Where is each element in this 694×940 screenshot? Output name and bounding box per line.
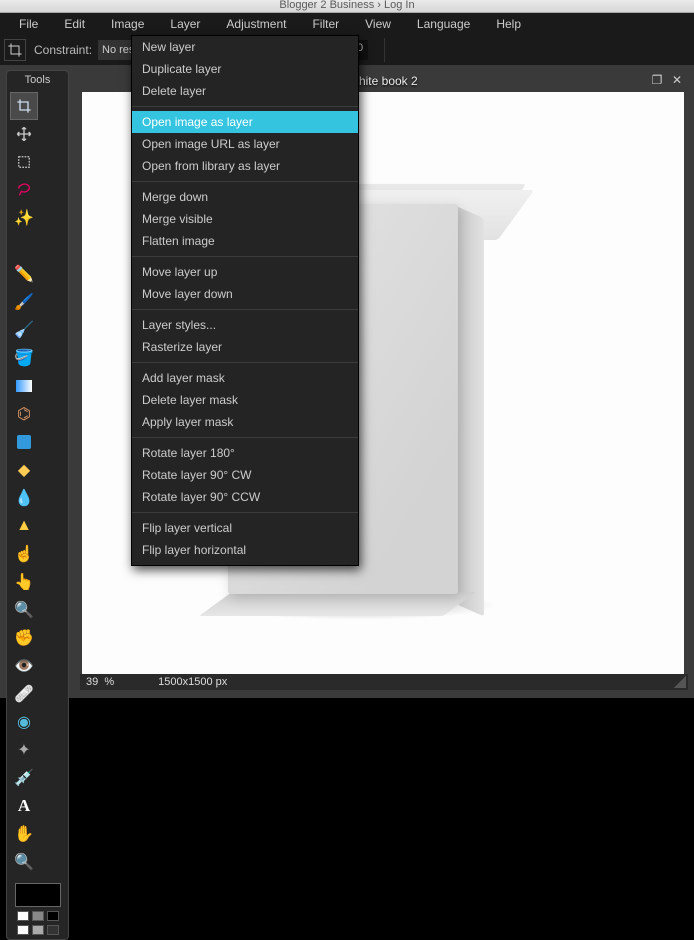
color-swatches: [7, 879, 68, 939]
menu-item-duplicate-layer[interactable]: Duplicate layer: [132, 58, 358, 80]
tool-lasso[interactable]: [10, 176, 38, 204]
tools-panel: Tools ✨ ✏️ 🖌️ 🧹 🪣 ⌬ ◆ 💧 ▲ ☝️ 👆 🔍 ✊ 👁️ 🩹 …: [6, 70, 69, 940]
menu-language[interactable]: Language: [404, 13, 483, 35]
foreground-color[interactable]: [15, 883, 61, 907]
menu-separator: [132, 106, 358, 107]
tool-burn[interactable]: ✊: [10, 624, 38, 652]
menu-item-open-image-url-as-layer[interactable]: Open image URL as layer: [132, 133, 358, 155]
swatch-white[interactable]: [17, 911, 29, 921]
zoom-value: 39: [86, 676, 98, 688]
menu-item-move-layer-up[interactable]: Move layer up: [132, 261, 358, 283]
menu-view[interactable]: View: [352, 13, 404, 35]
tool-heal[interactable]: 🩹: [10, 680, 38, 708]
tool-crop[interactable]: [10, 92, 38, 120]
menu-item-add-layer-mask[interactable]: Add layer mask: [132, 367, 358, 389]
resize-grip-icon[interactable]: [674, 676, 686, 688]
window-titlebar: Blogger 2 Business › Log In: [0, 0, 694, 13]
tool-pinch[interactable]: ✦: [10, 736, 38, 764]
menu-item-layer-styles-[interactable]: Layer styles...: [132, 314, 358, 336]
document-title: white book 2: [350, 74, 417, 88]
menu-separator: [132, 512, 358, 513]
constraint-label: Constraint:: [34, 43, 92, 57]
menu-file[interactable]: File: [6, 13, 51, 35]
dimensions-value: 1500x1500 px: [158, 676, 227, 688]
crop-icon: [4, 39, 26, 61]
menu-item-rasterize-layer[interactable]: Rasterize layer: [132, 336, 358, 358]
menu-item-delete-layer-mask[interactable]: Delete layer mask: [132, 389, 358, 411]
menu-item-merge-visible[interactable]: Merge visible: [132, 208, 358, 230]
menu-layer[interactable]: Layer: [157, 13, 213, 35]
menu-item-open-from-library-as-layer[interactable]: Open from library as layer: [132, 155, 358, 177]
menu-adjustment[interactable]: Adjustment: [213, 13, 299, 35]
tool-redeye[interactable]: 👁️: [10, 652, 38, 680]
duplicate-window-icon[interactable]: ❐: [650, 73, 664, 87]
menu-item-flatten-image[interactable]: Flatten image: [132, 230, 358, 252]
menu-item-flip-layer-vertical[interactable]: Flip layer vertical: [132, 517, 358, 539]
tool-eyedrop[interactable]: 💉: [10, 764, 38, 792]
menubar: File Edit Image Layer Adjustment Filter …: [0, 13, 694, 35]
swatch-black[interactable]: [47, 911, 59, 921]
swatch2-1[interactable]: [17, 925, 29, 935]
tool-bucket[interactable]: 🪣: [10, 344, 38, 372]
tool-dodge[interactable]: 🔍: [10, 596, 38, 624]
tool-replace[interactable]: [10, 428, 38, 456]
tool-type[interactable]: A: [10, 792, 38, 820]
tool-bloat[interactable]: ◉: [10, 708, 38, 736]
tool-hand[interactable]: ✋: [10, 820, 38, 848]
menu-separator: [132, 309, 358, 310]
tool-sharpen[interactable]: ▲: [10, 512, 38, 540]
window-title: Blogger 2 Business › Log In: [279, 0, 414, 11]
tool-smudge[interactable]: ☝️: [10, 540, 38, 568]
constraint-value: No res: [102, 44, 134, 56]
tool-sponge[interactable]: 👆: [10, 568, 38, 596]
menu-item-rotate-layer-90-cw[interactable]: Rotate layer 90° CW: [132, 464, 358, 486]
menu-item-rotate-layer-180-[interactable]: Rotate layer 180°: [132, 442, 358, 464]
tool-wand[interactable]: ✨: [10, 204, 38, 232]
close-icon[interactable]: ✕: [670, 73, 684, 87]
swatch-gray[interactable]: [32, 911, 44, 921]
menu-item-move-layer-down[interactable]: Move layer down: [132, 283, 358, 305]
zoom-unit: %: [104, 676, 114, 688]
layer-dropdown: New layerDuplicate layerDelete layer Open…: [131, 35, 359, 566]
menu-image[interactable]: Image: [98, 13, 157, 35]
tool-zoom[interactable]: 🔍: [10, 848, 38, 876]
tool-shape[interactable]: ◆: [10, 456, 38, 484]
menu-edit[interactable]: Edit: [51, 13, 98, 35]
menu-item-new-layer[interactable]: New layer: [132, 36, 358, 58]
swatch2-3[interactable]: [47, 925, 59, 935]
tool-grid: ✨ ✏️ 🖌️ 🧹 🪣 ⌬ ◆ 💧 ▲ ☝️ 👆 🔍 ✊ 👁️ 🩹 ◉ ✦ 💉 …: [7, 89, 68, 879]
tool-pencil[interactable]: ✏️: [10, 260, 38, 288]
menu-item-flip-layer-horizontal[interactable]: Flip layer horizontal: [132, 539, 358, 561]
status-bar: 39 % 1500x1500 px: [80, 674, 688, 690]
menu-separator: [132, 256, 358, 257]
tool-empty1: [10, 232, 38, 260]
tool-brush[interactable]: 🖌️: [10, 288, 38, 316]
menu-item-open-image-as-layer[interactable]: Open image as layer: [132, 111, 358, 133]
menu-separator: [132, 362, 358, 363]
menu-help[interactable]: Help: [483, 13, 534, 35]
menu-item-delete-layer[interactable]: Delete layer: [132, 80, 358, 102]
menu-item-rotate-layer-90-ccw[interactable]: Rotate layer 90° CCW: [132, 486, 358, 508]
menu-filter[interactable]: Filter: [299, 13, 352, 35]
menu-item-apply-layer-mask[interactable]: Apply layer mask: [132, 411, 358, 433]
menu-item-merge-down[interactable]: Merge down: [132, 186, 358, 208]
tool-gradient[interactable]: [10, 372, 38, 400]
tool-stamp[interactable]: ⌬: [10, 400, 38, 428]
tool-marquee[interactable]: [10, 148, 38, 176]
menu-separator: [132, 437, 358, 438]
divider: [384, 38, 385, 62]
tools-panel-title: Tools: [7, 71, 68, 89]
tool-blur[interactable]: 💧: [10, 484, 38, 512]
tool-move[interactable]: [10, 120, 38, 148]
tool-eraser[interactable]: 🧹: [10, 316, 38, 344]
swatch2-2[interactable]: [32, 925, 44, 935]
menu-separator: [132, 181, 358, 182]
